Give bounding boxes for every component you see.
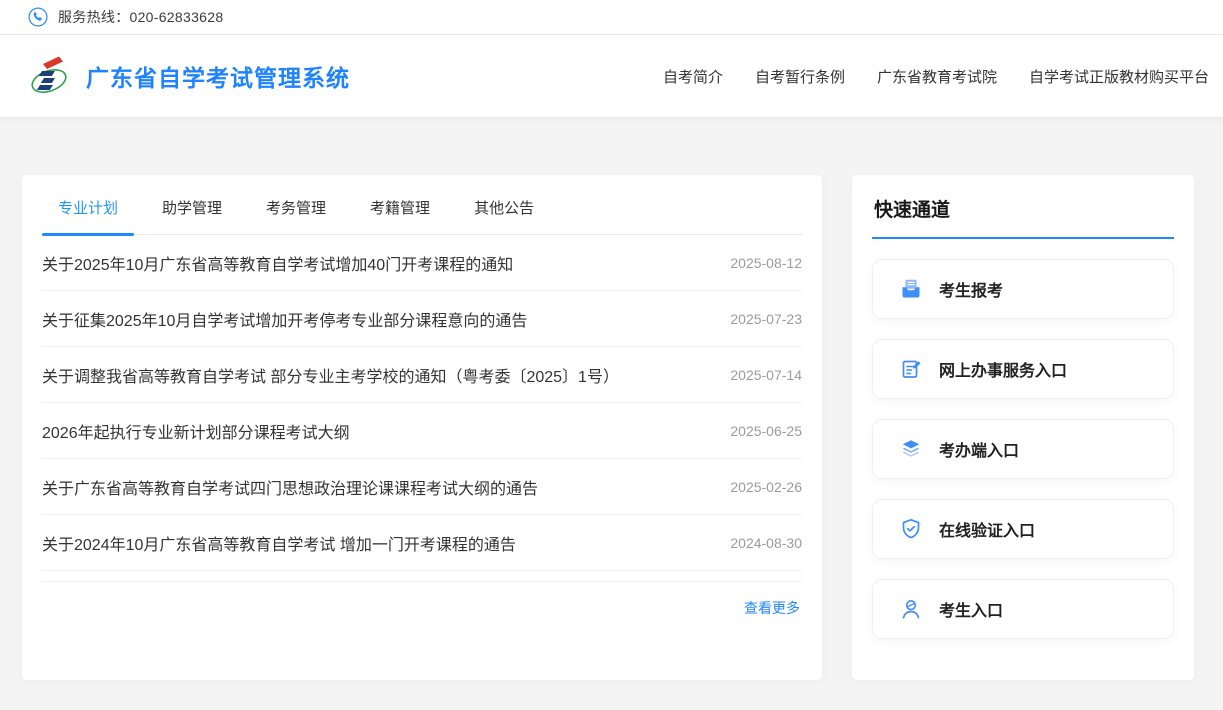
- notice-date: 2025-08-12: [730, 254, 802, 271]
- quick-item-label: 在线验证入口: [939, 523, 1036, 540]
- notice-row[interactable]: 关于2025年10月广东省高等教育自学考试增加40门开考课程的通知 2025-0…: [42, 235, 802, 291]
- topbar: 服务热线：020-62833628: [0, 0, 1223, 35]
- notice-row[interactable]: 关于2024年10月广东省高等教育自学考试 增加一门开考课程的通告 2024-0…: [42, 515, 802, 571]
- notice-title: 关于2025年10月广东省高等教育自学考试增加40门开考课程的通知: [42, 256, 514, 274]
- layers-icon: [899, 437, 923, 461]
- site-logo-icon: [28, 53, 70, 99]
- nav-item-gd-education-exam-authority[interactable]: 广东省教育考试院: [877, 66, 997, 87]
- shield-check-icon: [899, 517, 923, 541]
- nav-item-provisional-rules[interactable]: 自考暂行条例: [755, 66, 845, 87]
- quick-item-online-verification-entrance[interactable]: 在线验证入口: [872, 499, 1174, 559]
- hotline-text: 服务热线：020-62833628: [58, 9, 224, 25]
- notice-date: 2024-08-30: [730, 534, 802, 551]
- inbox-icon: [899, 277, 923, 301]
- quick-item-label: 考办端入口: [939, 443, 1020, 460]
- notice-title: 关于征集2025年10月自学考试增加开考停考专业部分课程意向的通告: [42, 312, 528, 330]
- brand[interactable]: 广东省自学考试管理系统: [28, 53, 350, 99]
- quick-item-label: 考生入口: [939, 603, 1004, 620]
- notice-row[interactable]: 关于广东省高等教育自学考试四门思想政治理论课课程考试大纲的通告 2025-02-…: [42, 459, 802, 515]
- quick-title-underline: [872, 237, 1174, 239]
- notice-panel: 专业计划 助学管理 考务管理 考籍管理 其他公告 关于2025年10月广东省高等…: [22, 175, 822, 680]
- site-header: 广东省自学考试管理系统 自考简介 自考暂行条例 广东省教育考试院 自学考试正版教…: [0, 35, 1223, 117]
- notice-title: 关于调整我省高等教育自学考试 部分专业主考学校的通知（粤考委〔2025〕1号）: [42, 368, 619, 386]
- user-icon: [899, 597, 923, 621]
- notice-date: 2025-02-26: [730, 478, 802, 495]
- quick-item-label: 网上办事服务入口: [939, 363, 1068, 380]
- view-more-link[interactable]: 查看更多: [744, 598, 800, 618]
- notice-title: 关于广东省高等教育自学考试四门思想政治理论课课程考试大纲的通告: [42, 480, 539, 498]
- notice-date: 2025-06-25: [730, 422, 802, 439]
- notice-tabs: 专业计划 助学管理 考务管理 考籍管理 其他公告: [42, 175, 802, 236]
- tab-major-plan[interactable]: 专业计划: [42, 197, 135, 236]
- quick-item-online-service-entrance[interactable]: 网上办事服务入口: [872, 339, 1174, 399]
- phone-icon: [28, 7, 48, 27]
- tab-study-aid-management[interactable]: 助学管理: [146, 197, 238, 234]
- quick-item-candidate-entrance[interactable]: 考生入口: [872, 579, 1174, 639]
- quick-access-title: 快速通道: [874, 200, 951, 221]
- header-nav: 自考简介 自考暂行条例 广东省教育考试院 自学考试正版教材购买平台: [631, 66, 1209, 87]
- notice-row[interactable]: 关于征集2025年10月自学考试增加开考停考专业部分课程意向的通告 2025-0…: [42, 291, 802, 347]
- quick-item-label: 考生报考: [939, 283, 1004, 300]
- nav-item-textbook-purchase-platform[interactable]: 自学考试正版教材购买平台: [1029, 66, 1209, 87]
- tab-other-announcements[interactable]: 其他公告: [458, 197, 550, 234]
- more-row: 查看更多: [42, 582, 802, 634]
- edit-document-icon: [899, 357, 923, 381]
- quick-item-exam-office-entrance[interactable]: 考办端入口: [872, 419, 1174, 479]
- notice-title: 2026年起执行专业新计划部分课程考试大纲: [42, 424, 350, 442]
- nav-item-selfexam-intro[interactable]: 自考简介: [663, 66, 723, 87]
- notice-list: 关于2025年10月广东省高等教育自学考试增加40门开考课程的通知 2025-0…: [42, 235, 802, 571]
- tab-exam-affairs-management[interactable]: 考务管理: [250, 197, 342, 234]
- quick-access-panel: 快速通道 考生报考 网上办事服务入口 考办端入口 在线验证入口 考生入口: [852, 175, 1194, 680]
- notice-row[interactable]: 2026年起执行专业新计划部分课程考试大纲 2025-06-25: [42, 403, 802, 459]
- tab-exam-record-management[interactable]: 考籍管理: [354, 197, 446, 234]
- list-bottom-divider: [42, 571, 802, 582]
- notice-date: 2025-07-14: [730, 366, 802, 383]
- notice-row[interactable]: 关于调整我省高等教育自学考试 部分专业主考学校的通知（粤考委〔2025〕1号） …: [42, 347, 802, 403]
- main-content: 专业计划 助学管理 考务管理 考籍管理 其他公告 关于2025年10月广东省高等…: [0, 117, 1223, 680]
- notice-date: 2025-07-23: [730, 310, 802, 327]
- site-title: 广东省自学考试管理系统: [86, 65, 350, 91]
- notice-title: 关于2024年10月广东省高等教育自学考试 增加一门开考课程的通告: [42, 536, 516, 554]
- quick-item-candidate-registration[interactable]: 考生报考: [872, 259, 1174, 319]
